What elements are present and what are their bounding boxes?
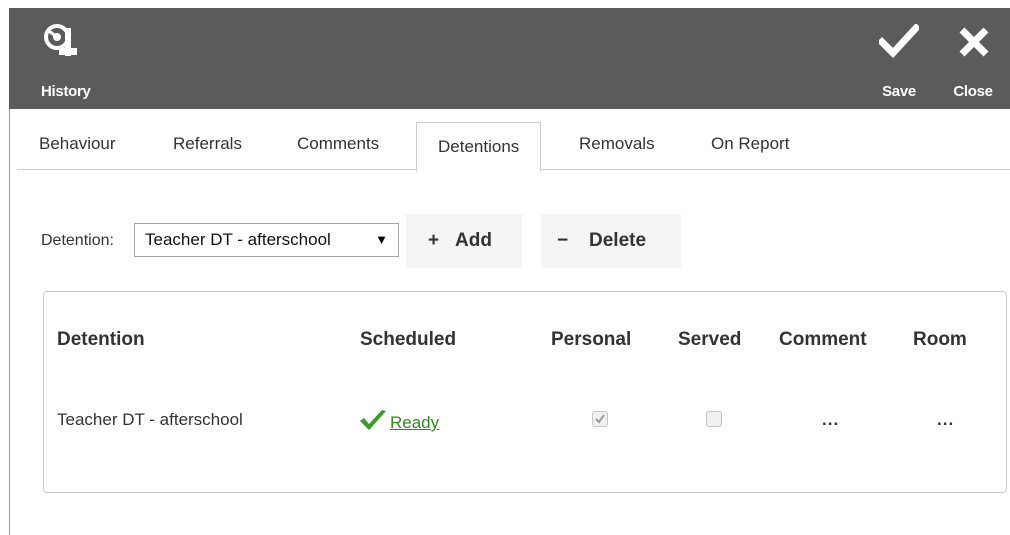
column-header-served: Served [678,329,742,350]
tab-removals[interactable]: Removals [579,109,655,169]
detention-select-value: Teacher DT - afterschool [145,230,331,249]
column-header-personal: Personal [551,329,632,350]
minus-icon: − [557,230,569,251]
green-check-icon [360,410,386,430]
personal-checkbox[interactable] [592,411,608,427]
room-ellipsis-button[interactable]: ... [937,410,954,430]
close-label: Close [953,83,993,100]
close-x-icon [959,27,989,57]
tab-detentions[interactable]: Detentions [416,122,542,172]
page-frame: History Save Close Behaviour Referrals C… [0,0,1010,535]
detention-select[interactable]: Teacher DT - afterschool ▼ [134,223,399,257]
delete-label: Delete [589,230,647,251]
column-header-detention: Detention [57,329,145,350]
tab-comments[interactable]: Comments [297,109,379,169]
header-toolbar: History Save Close [9,8,1010,109]
comment-ellipsis-button[interactable]: ... [822,410,839,430]
detention-select-label: Detention: [41,232,114,249]
detentions-table-panel [43,291,1007,493]
left-border [9,109,10,535]
add-label: Add [455,230,492,251]
history-icon [44,24,77,56]
save-button[interactable]: Save [871,8,927,109]
history-label: History [41,83,91,100]
dropdown-arrow-icon: ▼ [375,232,388,247]
plus-icon: + [428,230,440,251]
column-header-scheduled: Scheduled [360,329,457,350]
row-detention-name: Teacher DT - afterschool [57,410,243,429]
checkmark-icon [879,24,919,59]
save-label: Save [882,83,916,100]
tab-behaviour[interactable]: Behaviour [39,109,116,169]
scheduled-ready-label: Ready [390,413,440,432]
column-header-comment: Comment [779,329,867,350]
column-header-room: Room [913,329,967,350]
history-button[interactable]: History [31,8,101,109]
add-button[interactable]: + Add [406,214,522,268]
delete-button[interactable]: − Delete [541,214,681,268]
tab-referrals[interactable]: Referrals [173,109,242,169]
top-margin [0,0,1010,8]
close-button[interactable]: Close [942,8,1004,109]
tab-bar: Behaviour Referrals Comments Detentions … [17,109,1010,172]
checkbox-check-icon [595,414,605,424]
served-checkbox[interactable] [706,411,722,427]
tab-on-report[interactable]: On Report [711,109,789,169]
